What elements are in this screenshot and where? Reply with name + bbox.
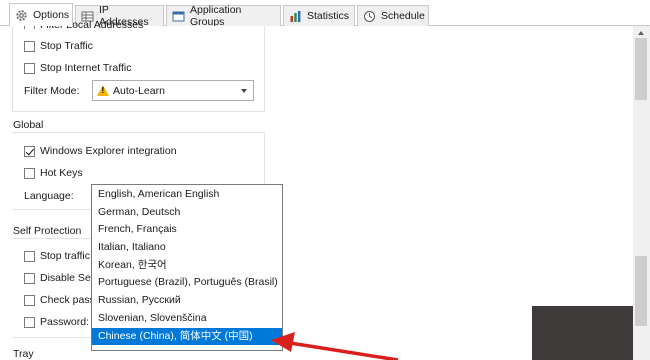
hot-keys-label: Hot Keys <box>40 167 83 179</box>
language-option[interactable]: Korean, 한국어 <box>92 257 282 275</box>
explorer-integration-checkbox[interactable] <box>24 145 35 157</box>
tray-heading: Tray <box>13 348 34 360</box>
language-label: Language: <box>24 190 74 202</box>
check-password-checkbox[interactable] <box>24 294 35 306</box>
tab-label: Schedule <box>381 10 425 22</box>
clock-icon <box>363 10 376 23</box>
explorer-integration-label: Windows Explorer integration <box>40 145 177 157</box>
stop-traffic-exit-checkbox[interactable] <box>24 250 35 262</box>
hot-keys-checkbox[interactable] <box>24 167 35 179</box>
stop-internet-row[interactable]: Stop Internet Traffic <box>24 62 131 74</box>
password-label: Password: <box>40 316 90 328</box>
stop-internet-label: Stop Internet Traffic <box>40 62 132 74</box>
filter-mode-select[interactable]: Auto-Learn <box>92 80 254 101</box>
global-heading: Global <box>13 119 44 131</box>
chevron-down-icon <box>241 89 247 93</box>
tab-label: Statistics <box>307 10 350 22</box>
language-option[interactable]: Italian, Italiano <box>92 239 282 257</box>
warning-icon <box>97 85 109 96</box>
language-dropdown-list[interactable]: English, American English German, Deutsc… <box>91 184 283 351</box>
tab-schedule[interactable]: Schedule <box>357 5 429 26</box>
language-option[interactable]: Portuguese (Brazil), Português (Brasil) <box>92 274 282 292</box>
bar-chart-icon <box>289 10 302 23</box>
scrollbar-thumb[interactable] <box>635 38 647 100</box>
password-row: Password: <box>24 316 89 328</box>
language-option-selected[interactable]: Chinese (China), 简体中文 (中国) <box>92 327 282 346</box>
stop-internet-checkbox[interactable] <box>24 62 35 74</box>
self-protection-heading: Self Protection <box>13 225 82 237</box>
tab-statistics[interactable]: Statistics <box>283 5 355 26</box>
background-window-region <box>532 306 633 360</box>
tab-label: Application Groups <box>190 4 242 28</box>
stop-traffic-exit-row[interactable]: Stop traffic w <box>24 250 101 262</box>
disable-service-row[interactable]: Disable Serv <box>24 272 100 284</box>
scrollbar-track-segment <box>635 256 647 326</box>
filter-mode-label: Filter Mode: <box>24 85 80 97</box>
filter-mode-value: Auto-Learn <box>113 84 165 97</box>
language-option[interactable]: Russian, Русский <box>92 292 282 310</box>
explorer-integration-row[interactable]: Windows Explorer integration <box>24 145 177 157</box>
vertical-scrollbar[interactable] <box>633 26 650 360</box>
password-checkbox[interactable] <box>24 316 35 328</box>
gear-icon <box>15 9 28 22</box>
tab-label: Options <box>33 9 70 21</box>
tab-options[interactable]: Options <box>9 3 73 26</box>
window-icon <box>172 10 185 23</box>
stop-traffic-checkbox[interactable] <box>24 40 35 52</box>
tab-application-groups[interactable]: Application Groups <box>166 4 281 28</box>
language-option[interactable]: Slovenian, Slovenščina <box>92 310 282 328</box>
language-option[interactable]: English, American English <box>92 186 282 204</box>
language-option[interactable]: French, Français <box>92 221 282 239</box>
language-option[interactable]: German, Deutsch <box>92 204 282 222</box>
stop-traffic-label: Stop Traffic <box>40 40 93 52</box>
disable-service-checkbox[interactable] <box>24 272 35 284</box>
stop-traffic-row[interactable]: Stop Traffic <box>24 40 93 52</box>
hot-keys-row[interactable]: Hot Keys <box>24 167 83 179</box>
scroll-up-icon[interactable] <box>638 31 644 35</box>
